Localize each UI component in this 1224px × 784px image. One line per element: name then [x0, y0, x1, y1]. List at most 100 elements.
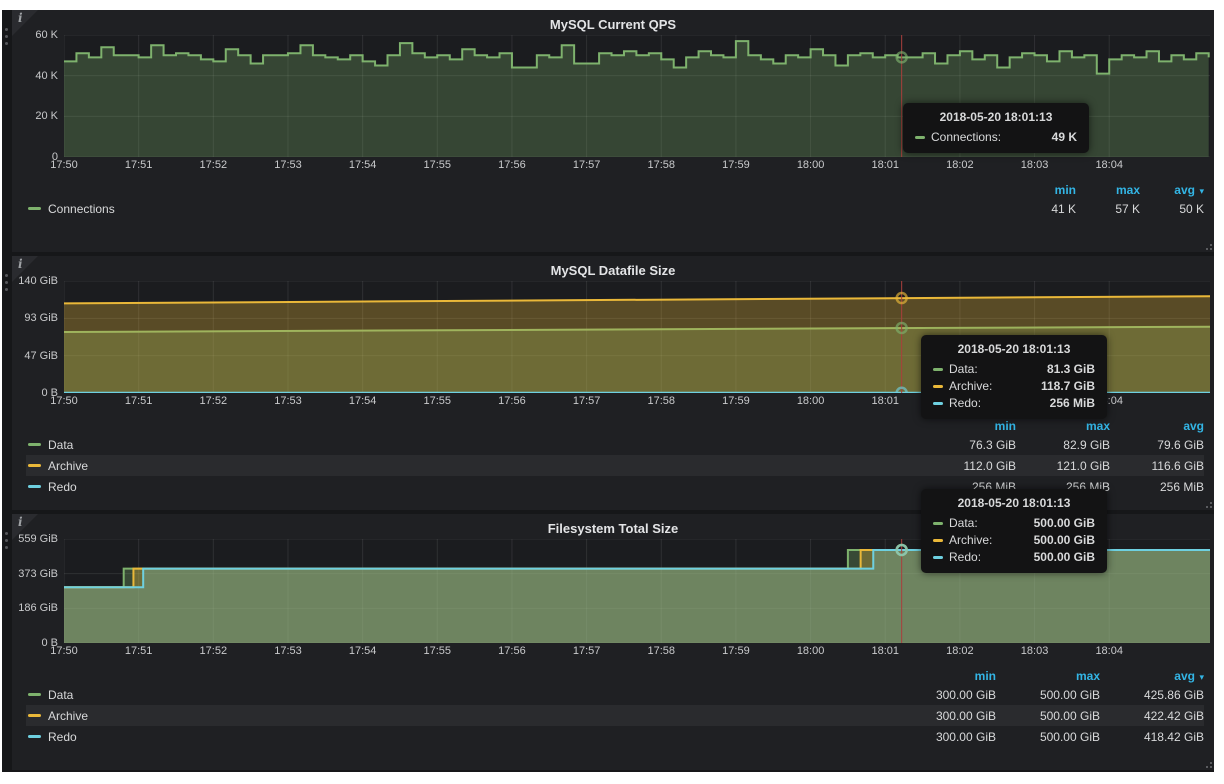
series-color-dash-icon	[933, 539, 943, 542]
panel-drag-handle[interactable]	[2, 10, 12, 252]
legend-header-avg[interactable]: avg ▾	[1140, 183, 1204, 197]
panel-resize-handle[interactable]	[1202, 498, 1212, 508]
legend: minmaxavg ▾Data300.00 GiB500.00 GiB425.8…	[26, 667, 1204, 747]
x-axis-tick-label: 17:50	[50, 159, 78, 171]
y-axis-tick-label: 559 GiB	[18, 533, 58, 545]
legend-value-avg: 256 MiB	[1110, 480, 1204, 494]
legend-header-row: minmaxavg	[26, 417, 1204, 434]
tooltip-series-name: Connections:	[931, 130, 1015, 144]
legend-series-data[interactable]: Data	[28, 438, 73, 452]
panel-drag-handle[interactable]	[2, 256, 12, 510]
legend: minmaxavg ▾Connections41 K57 K50 K	[26, 181, 1204, 219]
tooltip-timestamp: 2018-05-20 18:01:13	[933, 342, 1095, 356]
legend-header-row: minmaxavg ▾	[26, 181, 1204, 198]
legend-header-min[interactable]: min	[892, 669, 996, 683]
legend-header-max[interactable]: max	[996, 669, 1100, 683]
x-axis-tick-label: 17:51	[125, 395, 153, 407]
legend-value-max: 500.00 GiB	[996, 730, 1100, 744]
legend-row: Archive300.00 GiB500.00 GiB422.42 GiB	[26, 705, 1204, 726]
legend-series-redo[interactable]: Redo	[28, 730, 77, 744]
legend-series-data[interactable]: Data	[28, 688, 73, 702]
x-axis-tick-label: 17:50	[50, 395, 78, 407]
grafana-dashboard: i MySQL Current QPS 60 K40 K20 K0 17:501…	[2, 10, 1214, 772]
legend-header-avg[interactable]: avg ▾	[1100, 669, 1204, 683]
x-axis-tick-label: 17:59	[722, 159, 750, 171]
y-axis-tick-label: 40 K	[35, 70, 58, 82]
x-axis-tick-label: 18:01	[871, 395, 899, 407]
legend-value-min: 300.00 GiB	[892, 688, 996, 702]
x-axis-tick-label: 17:53	[274, 645, 302, 657]
legend-value-max: 500.00 GiB	[996, 709, 1100, 723]
legend-value-min: 112.0 GiB	[922, 459, 1016, 473]
y-axis: 559 GiB373 GiB186 GiB0 B	[12, 539, 64, 643]
info-icon[interactable]: i	[18, 515, 23, 529]
x-axis-tick-label: 17:58	[647, 395, 675, 407]
tooltip-timestamp: 2018-05-20 18:01:13	[915, 110, 1077, 124]
tooltip-series-name: Redo:	[949, 396, 995, 410]
tooltip-series-name: Archive:	[949, 379, 1006, 393]
drag-dot	[5, 288, 8, 291]
tooltip-series-value: 500.00 GiB	[1034, 516, 1095, 530]
series-color-dash-icon	[933, 402, 943, 405]
legend-series-connections[interactable]: Connections	[28, 202, 115, 216]
legend-series-redo[interactable]: Redo	[28, 480, 77, 494]
legend-series-name: Redo	[48, 730, 77, 744]
legend-row: Data76.3 GiB82.9 GiB79.6 GiB	[26, 434, 1204, 455]
panel-title[interactable]: MySQL Current QPS	[550, 17, 676, 32]
series-color-dash-icon	[915, 136, 925, 139]
legend-value-max: 500.00 GiB	[996, 688, 1100, 702]
legend-value-max: 57 K	[1076, 202, 1140, 216]
series-color-dash-icon	[28, 714, 41, 717]
graph-tooltip: 2018-05-20 18:01:13Data:500.00 GiBArchiv…	[921, 489, 1107, 573]
x-axis-tick-label: 17:54	[349, 395, 377, 407]
panel-title[interactable]: MySQL Datafile Size	[551, 263, 676, 278]
y-axis-tick-label: 47 GiB	[24, 350, 58, 362]
tooltip-series-value: 81.3 GiB	[1047, 362, 1095, 376]
legend-series-archive[interactable]: Archive	[28, 709, 88, 723]
tooltip-series-row: Connections: 49 K	[915, 130, 1077, 144]
legend-series-name: Redo	[48, 480, 77, 494]
panel-resize-handle[interactable]	[1202, 240, 1212, 250]
drag-dot	[5, 546, 8, 549]
x-axis-tick-label: 17:57	[573, 645, 601, 657]
legend-header-avg[interactable]: avg	[1110, 419, 1204, 433]
tooltip-series-value: 49 K	[1052, 130, 1077, 144]
legend-value-min: 76.3 GiB	[922, 438, 1016, 452]
x-axis: 17:5017:5117:5217:5317:5417:5517:5617:57…	[64, 643, 1210, 661]
panel-resize-handle[interactable]	[1202, 758, 1212, 768]
x-axis-tick-label: 17:58	[647, 159, 675, 171]
x-axis-tick-label: 18:00	[797, 159, 825, 171]
series-color-dash-icon	[28, 464, 41, 467]
legend-row: Connections41 K57 K50 K	[26, 198, 1204, 219]
y-axis-tick-label: 60 K	[35, 29, 58, 41]
legend-value-min: 300.00 GiB	[892, 730, 996, 744]
tooltip-series-value: 256 MiB	[1050, 396, 1095, 410]
tooltip-timestamp: 2018-05-20 18:01:13	[933, 496, 1095, 510]
series-color-dash-icon	[28, 485, 41, 488]
x-axis-tick-label: 17:52	[200, 159, 228, 171]
y-axis: 60 K40 K20 K0	[12, 35, 64, 157]
legend-series-archive[interactable]: Archive	[28, 459, 88, 473]
legend-header-max[interactable]: max	[1016, 419, 1110, 433]
legend-value-min: 41 K	[1012, 202, 1076, 216]
x-axis-tick-label: 17:54	[349, 159, 377, 171]
info-icon[interactable]: i	[18, 257, 23, 271]
y-axis: 140 GiB93 GiB47 GiB0 B	[12, 281, 64, 393]
x-axis-tick-label: 17:51	[125, 159, 153, 171]
legend-header-min[interactable]: min	[922, 419, 1016, 433]
panel-drag-handle[interactable]	[2, 514, 12, 770]
series-color-dash-icon	[933, 385, 943, 388]
legend-series-name: Archive	[48, 459, 88, 473]
info-icon[interactable]: i	[18, 11, 23, 25]
tooltip-series-value: 118.7 GiB	[1041, 379, 1095, 393]
x-axis-tick-label: 17:55	[424, 645, 452, 657]
legend-header-min[interactable]: min	[1012, 183, 1076, 197]
legend-value-avg: 116.6 GiB	[1110, 459, 1204, 473]
tooltip-series-row: Data:500.00 GiB	[933, 516, 1095, 530]
x-axis-tick-label: 18:00	[797, 645, 825, 657]
panel-title[interactable]: Filesystem Total Size	[548, 521, 679, 536]
legend: minmaxavgData76.3 GiB82.9 GiB79.6 GiBArc…	[26, 417, 1204, 497]
graph-tooltip: 2018-05-20 18:01:13 Connections: 49 K	[903, 103, 1089, 153]
legend-header-max[interactable]: max	[1076, 183, 1140, 197]
tooltip-series-row: Archive: 118.7 GiB	[933, 379, 1095, 393]
